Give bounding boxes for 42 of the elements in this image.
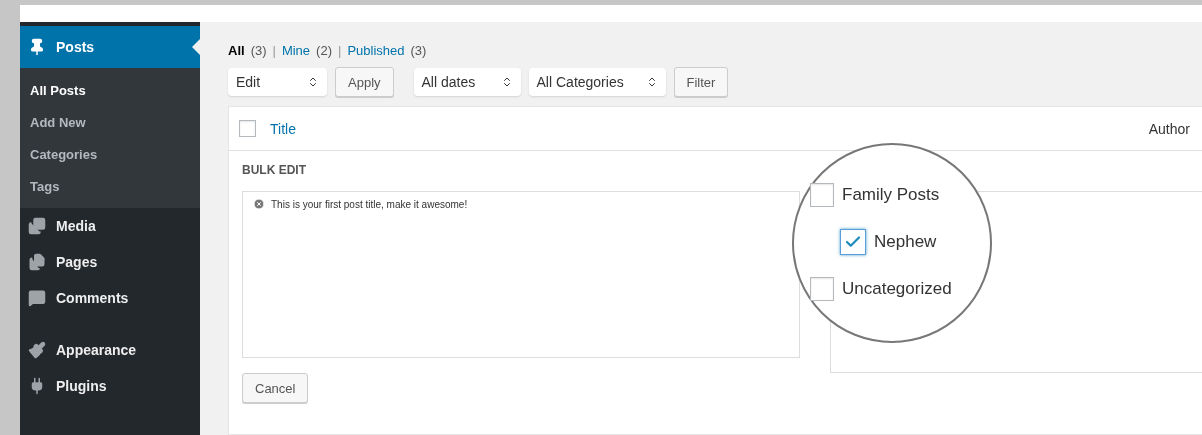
view-link[interactable]: Mine (281, 42, 311, 58)
checkbox[interactable] (840, 229, 866, 255)
sidebar-item[interactable]: Posts (20, 26, 200, 68)
category-select[interactable]: All Categories (528, 68, 666, 96)
apply-button[interactable]: Apply (335, 67, 394, 97)
bulk-edit-heading: BULK EDIT (242, 163, 307, 179)
column-header: Author (1148, 120, 1190, 137)
sidebar-item[interactable]: Plugins (20, 368, 200, 404)
filter-button[interactable]: Filter (673, 67, 729, 97)
view-link[interactable]: All (228, 42, 245, 58)
column-header-link[interactable]: Title (270, 120, 296, 137)
sidebar-item[interactable]: Pages (20, 244, 200, 280)
images-icon (28, 217, 46, 235)
pages-icon (28, 253, 46, 271)
category-label: Nephew (874, 232, 937, 252)
bulk-action-select[interactable]: Edit (228, 68, 327, 96)
sidebar-item[interactable]: Media (20, 208, 200, 244)
remove-icon[interactable] (253, 198, 265, 210)
category-label: Family Posts (842, 185, 940, 205)
separator-text: | (272, 42, 276, 58)
checkbox[interactable] (239, 120, 256, 137)
sidebar-item[interactable]: Comments (20, 280, 200, 316)
view-link[interactable]: Published (347, 42, 405, 58)
submenu-item[interactable]: Categories (20, 138, 200, 170)
category-label: Uncategorized (842, 279, 952, 299)
date-select[interactable]: All dates (413, 68, 521, 96)
view-count: (3) (250, 42, 267, 58)
sidebar-item[interactable]: Appearance (20, 332, 200, 368)
submenu-item[interactable]: All Posts (20, 74, 200, 106)
view-count: (3) (410, 42, 427, 58)
submenu-item[interactable]: Add New (20, 106, 200, 138)
speech-bubble-icon (28, 289, 46, 307)
cancel-button[interactable]: Cancel (242, 373, 309, 403)
updown-icon (307, 76, 319, 88)
checkbox[interactable] (810, 183, 834, 207)
post-title: This is your first post title, make it awesome! (271, 198, 468, 210)
submenu-item[interactable]: Tags (20, 170, 200, 202)
checkbox[interactable] (810, 277, 834, 301)
pin-icon (28, 38, 46, 56)
paintbrush-icon (28, 341, 46, 359)
view-count: (2) (316, 42, 332, 58)
separator-text: | (338, 42, 342, 58)
